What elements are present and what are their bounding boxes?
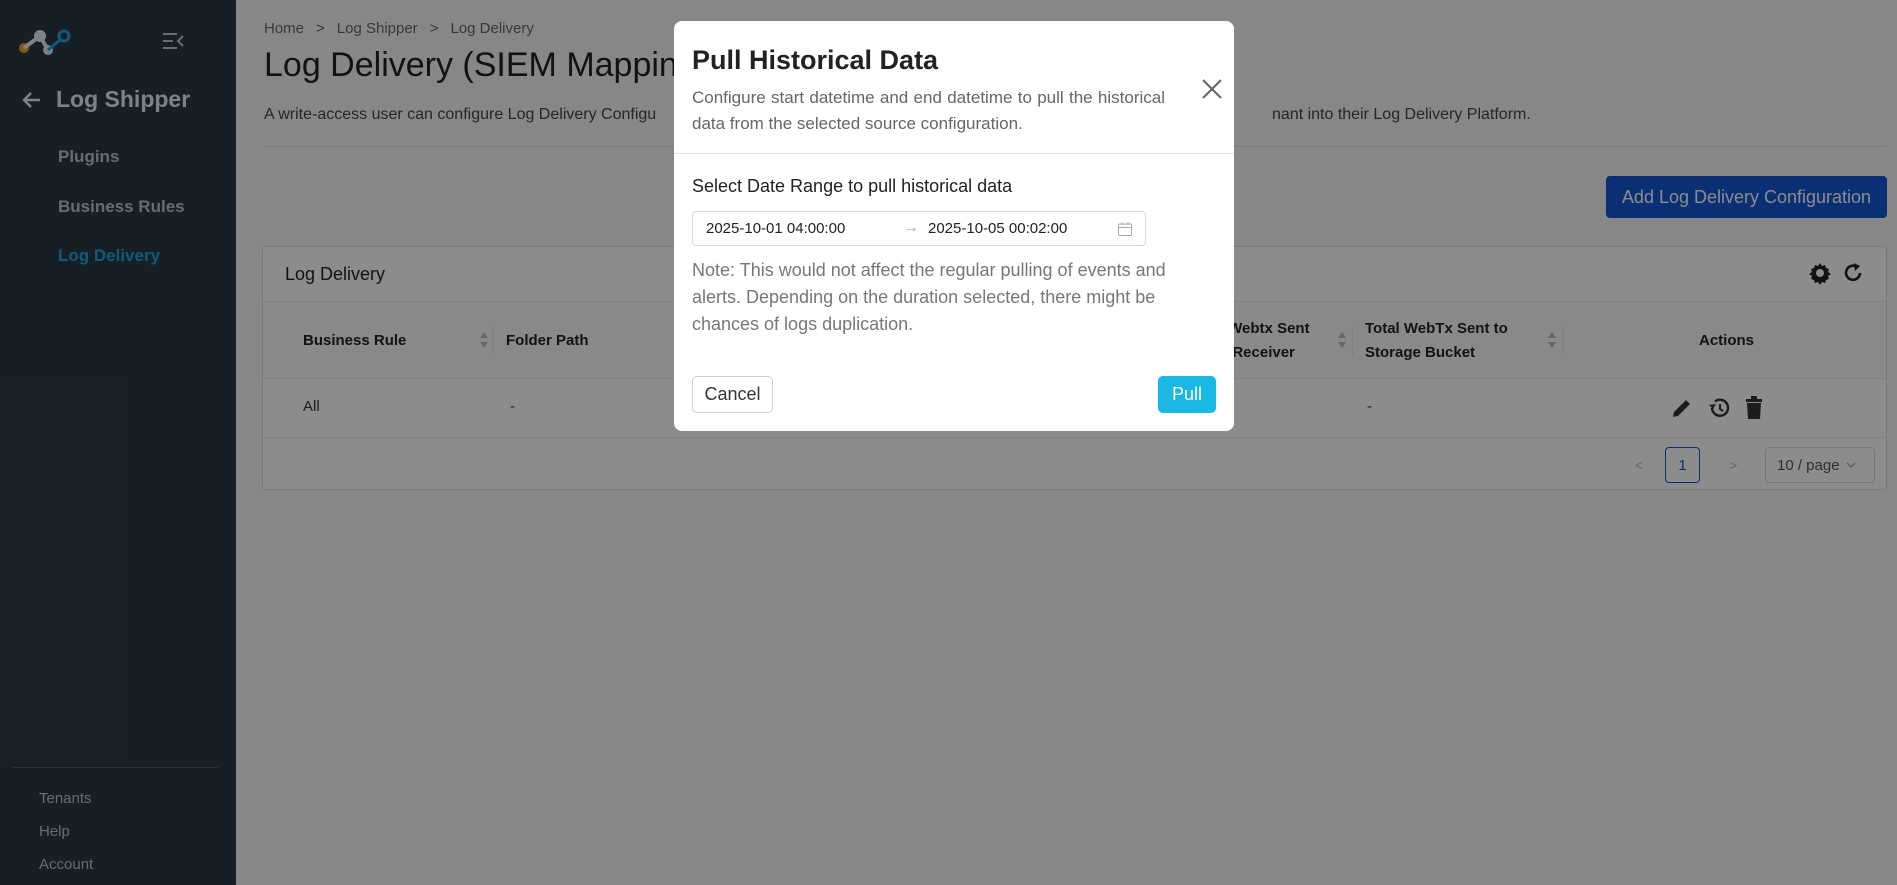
calendar-icon xyxy=(1118,222,1132,236)
modal-title: Pull Historical Data xyxy=(692,45,939,75)
date-range-label: Select Date Range to pull historical dat… xyxy=(692,176,1013,196)
pull-button[interactable]: Pull xyxy=(1158,376,1216,413)
modal-divider xyxy=(674,153,1234,154)
modal-subtitle: Configure start datetime and end datetim… xyxy=(692,88,1165,133)
end-datetime-input[interactable]: 2025-10-05 00:02:00 xyxy=(928,220,1067,237)
pull-historical-data-modal: Pull Historical Data Configure start dat… xyxy=(674,21,1234,431)
cancel-button[interactable]: Cancel xyxy=(692,376,773,413)
range-arrow-icon: → xyxy=(903,219,919,236)
close-icon[interactable] xyxy=(1200,77,1224,101)
date-range-picker[interactable]: 2025-10-01 04:00:00 → 2025-10-05 00:02:0… xyxy=(692,211,1146,246)
start-datetime-input[interactable]: 2025-10-01 04:00:00 xyxy=(706,220,845,237)
modal-note: Note: This would not affect the regular … xyxy=(692,260,1166,334)
